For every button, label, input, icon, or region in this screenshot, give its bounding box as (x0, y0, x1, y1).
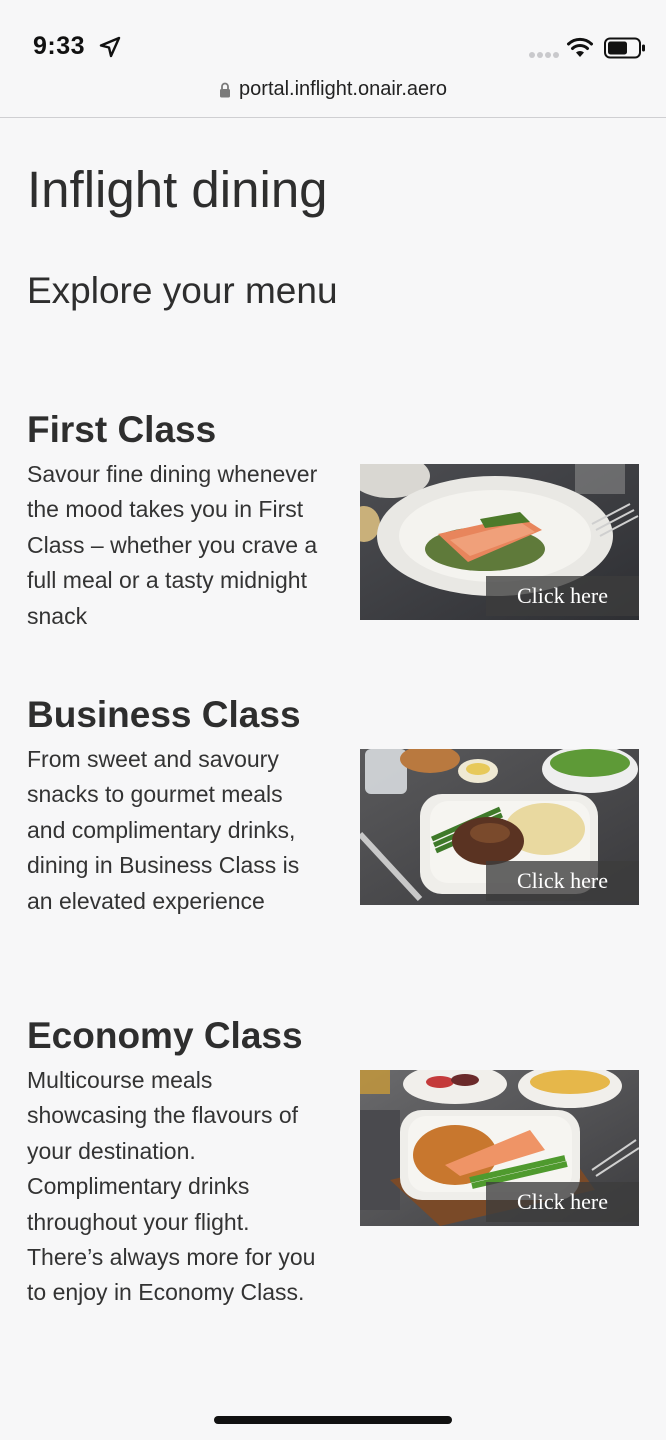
status-bar: 9:33 portal.inflight.onair.aero (0, 0, 666, 100)
economy-class-menu-link[interactable]: Click here (360, 1070, 639, 1226)
battery-icon (604, 37, 645, 59)
lock-icon (220, 82, 231, 97)
url-text: portal.inflight.onair.aero (239, 78, 447, 100)
location-arrow-icon (99, 36, 121, 58)
first-class-description: Savour fine dining whenever the mood tak… (27, 461, 318, 629)
business-class-click-here-button[interactable]: Click here (486, 861, 639, 901)
address-bar[interactable]: portal.inflight.onair.aero (0, 78, 666, 118)
business-class-description: From sweet and savoury snacks to gourmet… (27, 746, 300, 914)
home-indicator (214, 1416, 452, 1424)
wifi-icon (567, 37, 593, 57)
first-class-click-here-button[interactable]: Click here (486, 576, 639, 616)
economy-class-description: Multicourse meals showcasing the flavour… (27, 1067, 316, 1306)
economy-class-click-here-button[interactable]: Click here (486, 1182, 639, 1222)
economy-class-heading: Economy Class (27, 1015, 303, 1056)
cellular-signal-icon (529, 52, 559, 58)
first-class-menu-link[interactable]: Click here (360, 464, 639, 620)
page-title: Inflight dining (27, 161, 328, 218)
status-time: 9:33 (33, 32, 86, 60)
business-class-heading: Business Class (27, 694, 301, 735)
page-subtitle: Explore your menu (27, 270, 338, 311)
business-class-menu-link[interactable]: Click here (360, 749, 639, 905)
first-class-heading: First Class (27, 409, 217, 450)
header-divider (0, 117, 666, 118)
